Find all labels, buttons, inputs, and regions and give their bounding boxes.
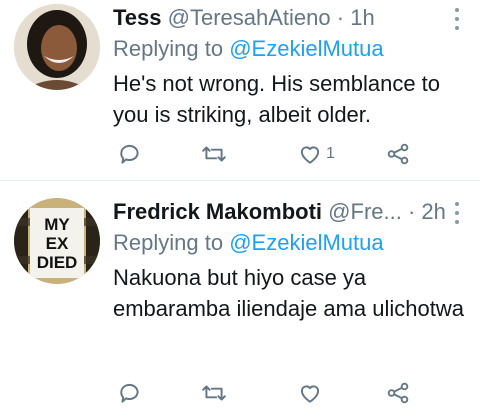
replying-to-line: Replying to @EzekielMutua (113, 34, 466, 64)
avatar[interactable]: MY EX DIED (14, 198, 100, 284)
user-handle[interactable]: @Fre... (328, 199, 402, 224)
mention-link[interactable]: @EzekielMutua (229, 36, 383, 61)
reply-icon (117, 380, 143, 406)
retweet-button[interactable] (201, 138, 227, 170)
separator-dot: · (408, 199, 415, 224)
user-handle[interactable]: @TeresahAtieno (168, 5, 331, 30)
retweet-button[interactable] (201, 377, 227, 409)
avatar-photo (14, 4, 100, 90)
like-count: 1 (326, 145, 335, 163)
separator-dot: · (337, 5, 344, 30)
more-icon[interactable] (448, 8, 466, 30)
tweet-time[interactable]: 1h (350, 5, 374, 30)
tweet-actions: 1 (113, 138, 440, 170)
reply-button[interactable] (117, 377, 143, 409)
like-icon (297, 141, 323, 167)
mention-link[interactable]: @EzekielMutua (229, 230, 383, 255)
reply-button[interactable] (117, 138, 143, 170)
avatar-text-line: DIED (37, 253, 78, 272)
like-button[interactable] (297, 377, 326, 409)
tweet-actions (113, 377, 440, 409)
avatar-text-line: EX (46, 234, 69, 253)
retweet-icon (201, 380, 227, 406)
user-name[interactable]: Tess (113, 5, 162, 30)
tweet-2[interactable]: MY EX DIED Fredrick Makomboti @Fre... · … (0, 180, 480, 411)
avatar-text-line: MY (44, 215, 70, 234)
like-button[interactable]: 1 (297, 138, 335, 170)
avatar[interactable] (14, 4, 100, 90)
like-icon (297, 380, 323, 406)
tweet-time[interactable]: 2h (421, 199, 445, 224)
user-name[interactable]: Fredrick Makomboti (113, 199, 322, 224)
retweet-icon (201, 141, 227, 167)
replying-to-label: Replying to (113, 230, 223, 255)
share-icon (385, 141, 411, 167)
share-icon (385, 380, 411, 406)
more-icon[interactable] (448, 202, 466, 224)
reply-icon (117, 141, 143, 167)
tweet-text: He's not wrong. His semblance to you is … (113, 68, 466, 130)
avatar-photo: MY EX DIED (14, 198, 100, 284)
share-button[interactable] (385, 138, 411, 170)
replying-to-label: Replying to (113, 36, 223, 61)
tweet-1[interactable]: Tess @TeresahAtieno · 1h Replying to @Ez… (0, 0, 480, 180)
replying-to-line: Replying to @EzekielMutua (113, 228, 466, 258)
tweet-text: Nakuona but hiyo case ya embaramba ilien… (113, 262, 466, 324)
share-button[interactable] (385, 377, 411, 409)
